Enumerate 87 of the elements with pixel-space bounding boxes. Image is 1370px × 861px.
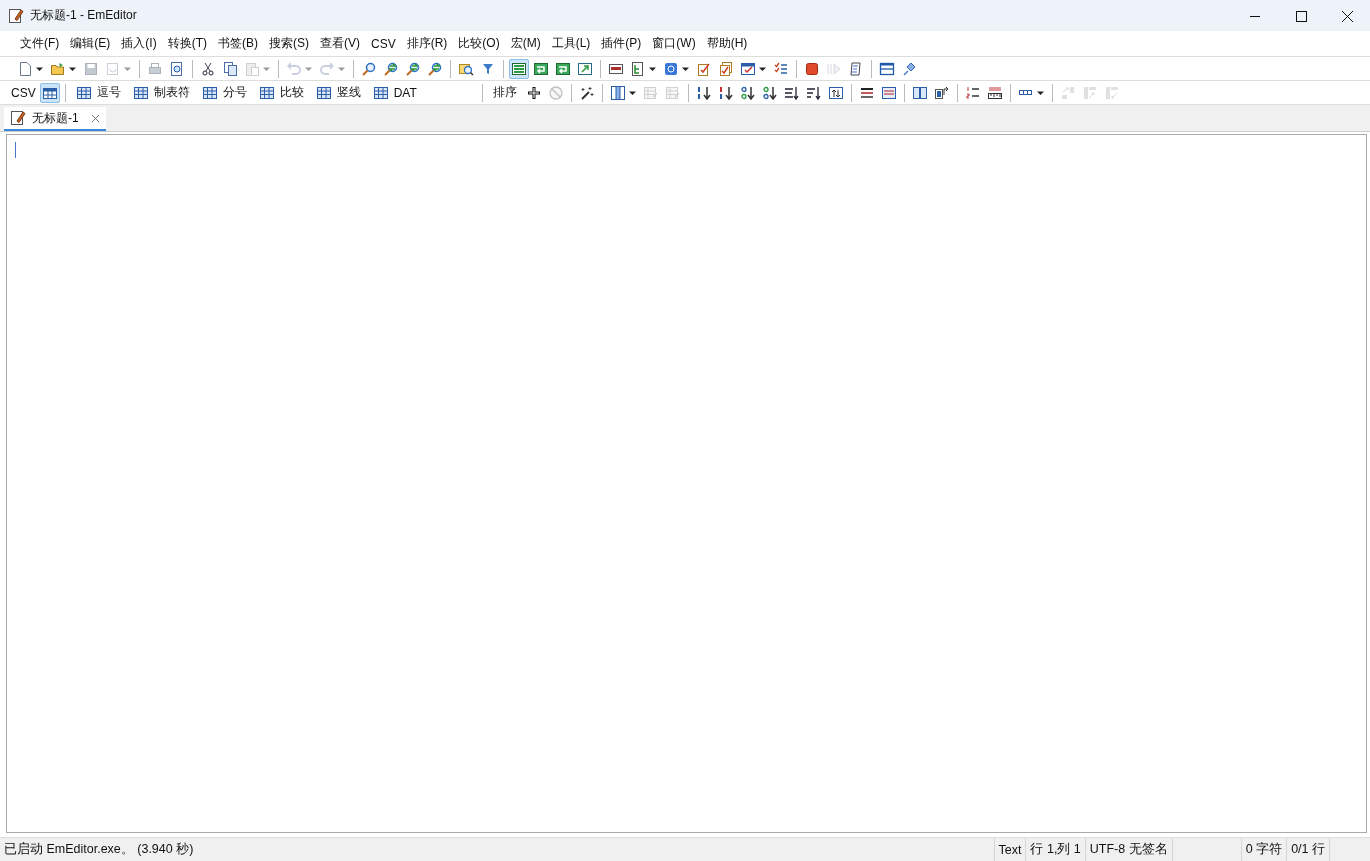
checked-notes-icon <box>718 60 734 77</box>
csv-mode-button[interactable]: 分号 <box>195 82 253 103</box>
notepad-pencil-icon <box>8 7 24 24</box>
paste-icon <box>244 60 260 77</box>
menu-item[interactable]: 宏(M) <box>504 35 547 52</box>
text-caret <box>15 142 16 158</box>
close-icon[interactable] <box>90 113 100 123</box>
status-message: 已启动 EmEditor.exe。 (3.940 秒) <box>3 841 195 858</box>
menu-item[interactable]: 文件(F) <box>14 35 66 52</box>
ruler-icon <box>986 84 1003 101</box>
table-icon <box>258 84 275 101</box>
csv-mode-button[interactable]: 逗号 <box>69 82 127 103</box>
checked-window-icon <box>740 60 756 77</box>
arrow-box-icon <box>577 60 593 77</box>
menu-item[interactable]: 查看(V) <box>314 35 366 52</box>
notepad-pencil-icon <box>10 110 26 126</box>
sort-ascending-icon <box>695 84 712 101</box>
wrap-icon <box>555 60 571 77</box>
csv-mode-button[interactable]: 制表符 <box>126 82 196 103</box>
menu-item[interactable]: 帮助(H) <box>700 35 754 52</box>
csv-mode-button[interactable]: 竖线 <box>309 82 367 103</box>
menu-item[interactable]: 排序(R) <box>400 35 454 52</box>
search-icon <box>361 60 377 77</box>
move-column-icon <box>933 84 950 101</box>
save-icon <box>83 60 99 77</box>
no-entry-icon <box>547 84 564 101</box>
menu-item[interactable]: 工具(L) <box>545 35 597 52</box>
numbered-list-icon <box>964 84 981 101</box>
window-title: 无标题-1 - EmEditor <box>30 7 138 24</box>
undo-icon <box>286 60 302 77</box>
table-icon <box>75 84 92 101</box>
status-field: 行 1,列 1 <box>1025 838 1085 861</box>
grid-view-button[interactable] <box>39 82 60 103</box>
csv-mode-button[interactable]: DAT <box>366 82 423 103</box>
strikethrough-icon <box>880 84 897 101</box>
sort-descending-icon <box>717 84 734 101</box>
rows-icon <box>511 60 527 77</box>
wrap-icon <box>533 60 549 77</box>
script-icon <box>848 60 864 77</box>
reverse-icon <box>827 84 844 101</box>
print-preview-icon <box>169 60 185 77</box>
toolbar-label: CSV <box>11 85 36 100</box>
menu-item[interactable]: 窗口(W) <box>646 35 702 52</box>
table-icon <box>132 84 149 101</box>
status-field: UTF-8 无签名 <box>1084 838 1172 861</box>
open-folder-icon <box>50 60 66 77</box>
sort-ascending-icon <box>739 84 756 101</box>
split-window-icon <box>879 60 895 77</box>
sort-button[interactable]: 排序 <box>486 82 523 103</box>
table-icon <box>201 84 218 101</box>
toolbar-button[interactable] <box>509 58 529 79</box>
copy-icon <box>222 60 238 77</box>
stop-icon <box>804 60 820 77</box>
new-file-icon <box>17 60 33 77</box>
menu-item[interactable]: 插件(P) <box>595 35 648 52</box>
column-edit-icon <box>642 84 659 101</box>
sort-lines-icon <box>805 84 822 101</box>
sort-descending-icon <box>761 84 778 101</box>
columns-icon <box>609 84 626 101</box>
status-field: Text <box>993 838 1026 861</box>
tree-icon <box>630 60 646 77</box>
search-icon <box>383 60 399 77</box>
menu-item[interactable]: 转换(T) <box>161 35 213 52</box>
checklist-icon <box>773 60 789 77</box>
status-field: 0/1 行 <box>1286 838 1329 861</box>
status-field: 0 字符 <box>1240 838 1287 861</box>
menu-item[interactable]: 编辑(E) <box>64 35 117 52</box>
document-tab[interactable]: 无标题-1 <box>4 107 106 131</box>
csv-mode-button[interactable]: 比较 <box>252 82 310 103</box>
redo-icon <box>319 60 335 77</box>
column-edit-icon <box>664 84 681 101</box>
printer-icon <box>147 60 163 77</box>
search-icon <box>405 60 421 77</box>
menu-item[interactable]: 插入(I) <box>115 35 163 52</box>
two-columns-icon <box>911 84 928 101</box>
search-icon <box>427 60 443 77</box>
document-icon <box>105 60 121 77</box>
sort-lines-icon <box>783 84 800 101</box>
plus-icon <box>525 84 542 101</box>
menu-item[interactable]: 搜索(S) <box>263 35 315 52</box>
menu-item[interactable]: 比较(O) <box>452 35 506 52</box>
menu-item[interactable]: CSV <box>365 36 402 51</box>
pin-icon <box>901 60 917 77</box>
menu-item[interactable]: 书签(B) <box>212 35 264 52</box>
cut-icon <box>200 60 216 77</box>
table-icon <box>372 84 389 101</box>
table-icon <box>315 84 332 101</box>
